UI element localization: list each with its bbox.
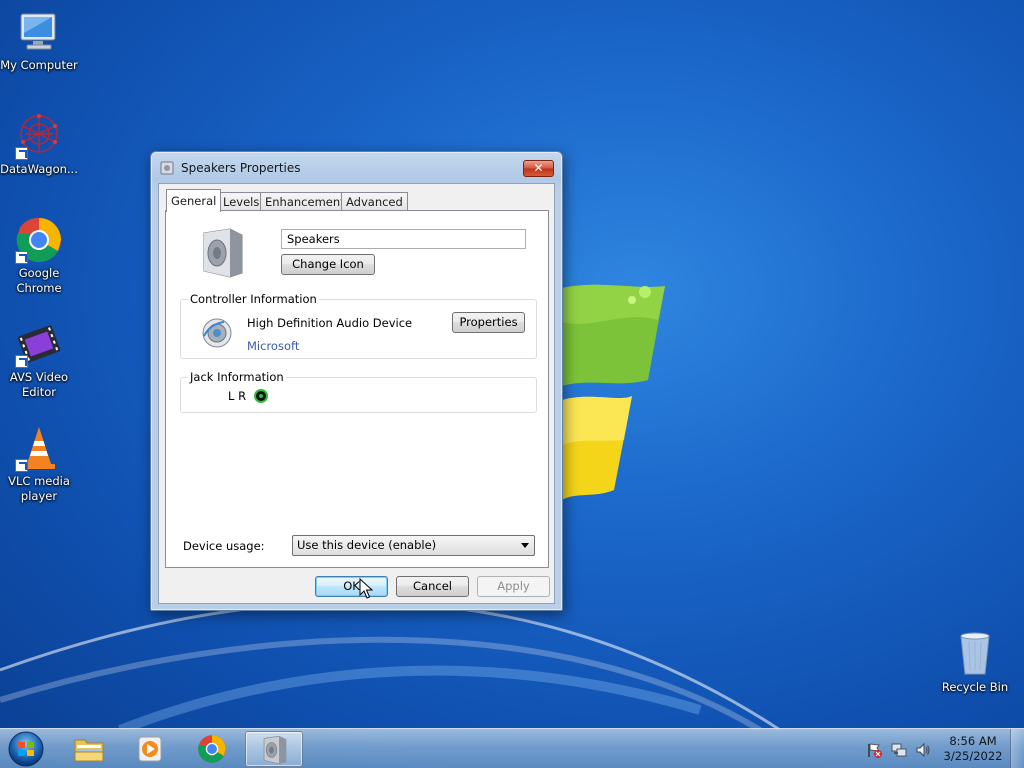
action-center-flag-icon[interactable]	[866, 742, 882, 758]
desktop-icon-my-computer[interactable]: My Computer	[0, 8, 78, 73]
apply-button[interactable]: Apply	[477, 576, 550, 597]
tab-general[interactable]: General	[166, 189, 222, 212]
media-player-icon	[134, 734, 166, 764]
start-button[interactable]	[4, 730, 48, 768]
controller-information-label: Controller Information	[188, 292, 319, 306]
desktop-icon-datawagon[interactable]: DataWagon...	[0, 112, 78, 177]
shortcut-arrow-icon	[15, 147, 28, 160]
dialog-client-area: General Levels Enhancements Advanced Spe…	[158, 183, 555, 604]
speakers-properties-dialog: Speakers Properties ✕ General Levels Enh…	[150, 151, 563, 611]
window-title: Speakers Properties	[181, 161, 301, 175]
chevron-down-icon	[521, 543, 529, 548]
desktop-icon-label: DataWagon...	[0, 162, 78, 176]
computer-icon	[15, 8, 63, 56]
speaker-device-icon	[200, 227, 246, 279]
desktop-icon-vlc-media-player[interactable]: VLC media player	[0, 424, 78, 504]
clock-date: 3/25/2022	[943, 749, 1003, 763]
show-desktop-button[interactable]	[1010, 729, 1024, 768]
ok-button[interactable]: OK	[315, 576, 388, 597]
change-icon-button[interactable]: Change Icon	[281, 254, 375, 275]
taskbar-clock[interactable]: 8:56 AM 3/25/2022	[940, 734, 1006, 764]
desktop-icon-avs-video-editor[interactable]: AVS Video Editor	[0, 320, 78, 400]
recycle-bin-icon	[951, 630, 999, 678]
shortcut-arrow-icon	[15, 459, 28, 472]
device-name-field[interactable]: Speakers	[281, 229, 526, 249]
controller-information-group: Controller Information High Definition A…	[180, 292, 537, 359]
speaker-icon	[259, 735, 291, 765]
desktop-icon-label: Recycle Bin	[941, 680, 1009, 694]
volume-icon[interactable]	[915, 742, 931, 758]
shortcut-arrow-icon	[15, 251, 28, 264]
film-icon	[15, 320, 63, 368]
desktop-icon-label: My Computer	[0, 58, 78, 72]
device-usage-value: Use this device (enable)	[297, 538, 437, 552]
tab-advanced[interactable]: Advanced	[341, 192, 408, 211]
jack-information-label: Jack Information	[188, 370, 286, 384]
cancel-button[interactable]: Cancel	[396, 576, 469, 597]
jack-color-indicator-icon	[254, 389, 268, 403]
controller-properties-button[interactable]: Properties	[452, 312, 525, 333]
general-tab-panel: Speakers Change Icon Controller Informat…	[165, 210, 549, 568]
audio-controller-icon	[200, 316, 234, 350]
shortcut-arrow-icon	[15, 355, 28, 368]
taskbar-explorer[interactable]	[60, 731, 118, 767]
jack-channels-label: L R	[228, 389, 247, 403]
chrome-icon	[15, 216, 63, 264]
jack-information-group: Jack Information L R	[180, 370, 537, 413]
controller-vendor-link[interactable]: Microsoft	[247, 339, 299, 353]
taskbar-media-player[interactable]	[121, 731, 179, 767]
desktop-icon-recycle-bin[interactable]: Recycle Bin	[936, 630, 1014, 695]
taskbar: 8:56 AM 3/25/2022	[0, 728, 1024, 768]
device-usage-dropdown[interactable]: Use this device (enable)	[292, 535, 535, 556]
device-usage-label: Device usage:	[183, 539, 265, 553]
desktop-icon-label: Google Chrome	[16, 266, 62, 295]
taskbar-chrome[interactable]	[183, 731, 241, 767]
desktop-icon-google-chrome[interactable]: Google Chrome	[0, 216, 78, 296]
clock-time: 8:56 AM	[949, 734, 997, 748]
chrome-icon	[196, 734, 228, 764]
speaker-icon	[160, 161, 174, 175]
network-icon[interactable]	[891, 742, 907, 758]
datawagon-icon	[15, 112, 63, 160]
desktop-icon-label: VLC media player	[8, 474, 70, 503]
tab-levels[interactable]: Levels	[218, 192, 265, 211]
controller-device-name: High Definition Audio Device	[247, 316, 413, 330]
explorer-icon	[73, 734, 105, 764]
desktop-icon-label: AVS Video Editor	[9, 370, 69, 399]
taskbar-sound-dialog[interactable]	[245, 731, 303, 767]
vlc-cone-icon	[15, 424, 63, 472]
mouse-cursor-icon	[359, 578, 373, 599]
windows-flag-wallpaper	[562, 284, 665, 500]
close-button[interactable]: ✕	[523, 160, 554, 177]
title-bar[interactable]: Speakers Properties ✕	[151, 152, 562, 184]
